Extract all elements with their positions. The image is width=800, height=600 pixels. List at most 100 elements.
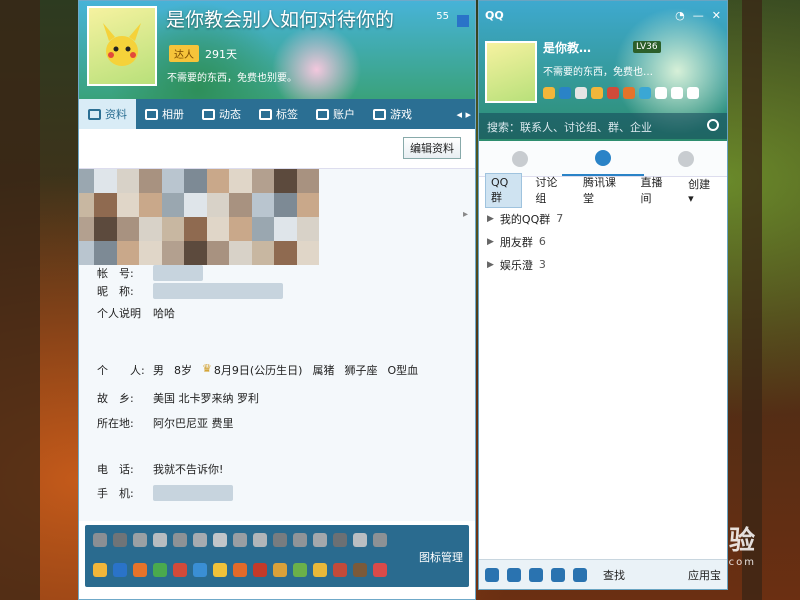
gray-badge-icon[interactable] bbox=[253, 533, 267, 547]
blurred-photo-tile bbox=[184, 241, 207, 265]
color-badge-icon[interactable] bbox=[93, 563, 107, 577]
gray-badge-icon[interactable] bbox=[213, 533, 227, 547]
blurred-photo-tile bbox=[139, 193, 162, 217]
gray-badge-icon[interactable] bbox=[233, 533, 247, 547]
tab-groups[interactable] bbox=[561, 141, 645, 176]
menu-icon[interactable] bbox=[485, 567, 499, 582]
color-badge-icon[interactable] bbox=[353, 563, 367, 577]
gray-badge-icon[interactable] bbox=[153, 533, 167, 547]
qq-nickname[interactable]: 是你教… bbox=[543, 39, 591, 56]
color-badge-icon[interactable] bbox=[193, 563, 207, 577]
qq-search-input[interactable]: 搜索：联系人、讨论组、群、企业 bbox=[479, 113, 727, 139]
qq-titlebar: QQ ◔ — ✕ bbox=[485, 5, 721, 25]
color-badge-icon[interactable] bbox=[233, 563, 247, 577]
status-icon[interactable] bbox=[671, 87, 683, 99]
status-icon[interactable] bbox=[639, 87, 651, 99]
status-icon[interactable] bbox=[559, 87, 571, 99]
gray-badge-icon[interactable] bbox=[93, 533, 107, 547]
color-badge-icon[interactable] bbox=[333, 563, 347, 577]
blurred-photo-tile bbox=[229, 169, 252, 193]
gray-badge-icon[interactable] bbox=[293, 533, 307, 547]
find-button[interactable]: 查找 bbox=[603, 567, 625, 583]
search-icon[interactable] bbox=[707, 119, 719, 131]
icon-manage-link[interactable]: 图标管理 bbox=[419, 549, 463, 565]
volume-icon[interactable] bbox=[529, 567, 543, 582]
blurred-photo-tile bbox=[139, 217, 162, 241]
list-item[interactable]: ▶ 娱乐澄 3 bbox=[487, 253, 719, 276]
tab-profile[interactable]: 资料 bbox=[79, 99, 136, 129]
color-badge-icon[interactable] bbox=[213, 563, 227, 577]
subtab-qq-groups[interactable]: QQ群 bbox=[485, 172, 523, 208]
status-icon[interactable] bbox=[591, 87, 603, 99]
gray-badge-icon[interactable] bbox=[113, 533, 127, 547]
skin-icon[interactable]: ◔ bbox=[675, 9, 685, 22]
subtab-classroom[interactable]: 腾讯课堂 bbox=[578, 172, 627, 208]
status-icon[interactable] bbox=[623, 87, 635, 99]
group-icon bbox=[595, 149, 611, 166]
gray-badge-icon[interactable] bbox=[353, 533, 367, 547]
badge-label: 达人 bbox=[169, 45, 199, 62]
subtab-live[interactable]: 直播间 bbox=[636, 172, 676, 208]
color-badge-icon[interactable] bbox=[153, 563, 167, 577]
gray-badge-icon[interactable] bbox=[273, 533, 287, 547]
gray-badge-icon[interactable] bbox=[313, 533, 327, 547]
color-badge-icon[interactable] bbox=[253, 563, 267, 577]
color-badge-icon[interactable] bbox=[373, 563, 387, 577]
chevron-right-icon: ▶ bbox=[487, 213, 494, 224]
gray-badge-icon[interactable] bbox=[133, 533, 147, 547]
gray-badge-icon[interactable] bbox=[193, 533, 207, 547]
tab-album[interactable]: 相册 bbox=[136, 99, 193, 129]
color-badge-icon[interactable] bbox=[173, 563, 187, 577]
qq-signature[interactable]: 不需要的东西，免费也… bbox=[543, 63, 653, 78]
blurred-photo-tile bbox=[116, 169, 139, 193]
blurred-photo-tile bbox=[116, 241, 139, 265]
gray-badge-icon[interactable] bbox=[173, 533, 187, 547]
minimize-icon[interactable]: — bbox=[693, 9, 704, 22]
blurred-photo-tile bbox=[184, 169, 207, 193]
color-badge-icon[interactable] bbox=[133, 563, 147, 577]
close-icon[interactable]: ✕ bbox=[712, 9, 721, 22]
color-badge-icon[interactable] bbox=[313, 563, 327, 577]
visit-count: 55 bbox=[436, 11, 449, 22]
status-icon[interactable] bbox=[543, 87, 555, 99]
personal-row: 个 人: 男 8岁 ♛ 8月9日(公历生日) 属猪 狮子座 O型血 bbox=[97, 362, 419, 377]
blurred-photo-tile bbox=[79, 193, 94, 217]
tab-scroll-arrows[interactable]: ◂ ▸ bbox=[456, 108, 475, 121]
status-icon[interactable] bbox=[687, 87, 699, 99]
gray-badge-icon[interactable] bbox=[333, 533, 347, 547]
collapse-arrow-icon[interactable]: ▸ bbox=[463, 209, 473, 229]
settings-icon[interactable] bbox=[507, 567, 521, 582]
pikachu-icon bbox=[103, 23, 141, 66]
tab-games[interactable]: 游戏 bbox=[364, 99, 421, 129]
status-icon[interactable] bbox=[575, 87, 587, 99]
subtab-discussion[interactable]: 讨论组 bbox=[530, 172, 570, 208]
talent-badge[interactable]: 达人 291天 bbox=[169, 45, 237, 62]
bio-row: 个人说明 哈哈 bbox=[97, 307, 175, 320]
edit-profile-button[interactable]: 编辑资料 bbox=[403, 137, 461, 159]
gray-badge-icon[interactable] bbox=[373, 533, 387, 547]
color-badge-icon[interactable] bbox=[273, 563, 287, 577]
folder-icon[interactable] bbox=[551, 567, 565, 582]
status-icon[interactable] bbox=[607, 87, 619, 99]
profile-signature[interactable]: 不需要的东西，免费也别要。 bbox=[167, 69, 297, 84]
corner-icon[interactable] bbox=[457, 15, 469, 27]
color-badge-icon[interactable] bbox=[293, 563, 307, 577]
subtab-create[interactable]: 创建 ▾ bbox=[683, 174, 721, 207]
game-icon bbox=[373, 108, 386, 120]
tab-feed[interactable]: 动态 bbox=[193, 99, 250, 129]
tab-account[interactable]: 账户 bbox=[307, 99, 364, 129]
blurred-photo-tile bbox=[251, 217, 274, 241]
status-icon[interactable] bbox=[655, 87, 667, 99]
tab-contacts[interactable] bbox=[479, 141, 562, 176]
color-badge-icon[interactable] bbox=[113, 563, 127, 577]
qq-avatar[interactable] bbox=[485, 41, 537, 103]
list-item[interactable]: ▶ 朋友群 6 bbox=[487, 230, 719, 253]
level-badge[interactable]: LV36 bbox=[633, 41, 661, 53]
blurred-photo-tile bbox=[161, 217, 184, 241]
tab-messages[interactable] bbox=[644, 141, 727, 176]
avatar[interactable] bbox=[87, 6, 157, 86]
tab-tags[interactable]: 标签 bbox=[250, 99, 307, 129]
app-store-button[interactable]: 应用宝 bbox=[688, 567, 721, 583]
favorite-icon[interactable] bbox=[573, 567, 587, 582]
list-item[interactable]: ▶ 我的QQ群 7 bbox=[487, 207, 719, 230]
